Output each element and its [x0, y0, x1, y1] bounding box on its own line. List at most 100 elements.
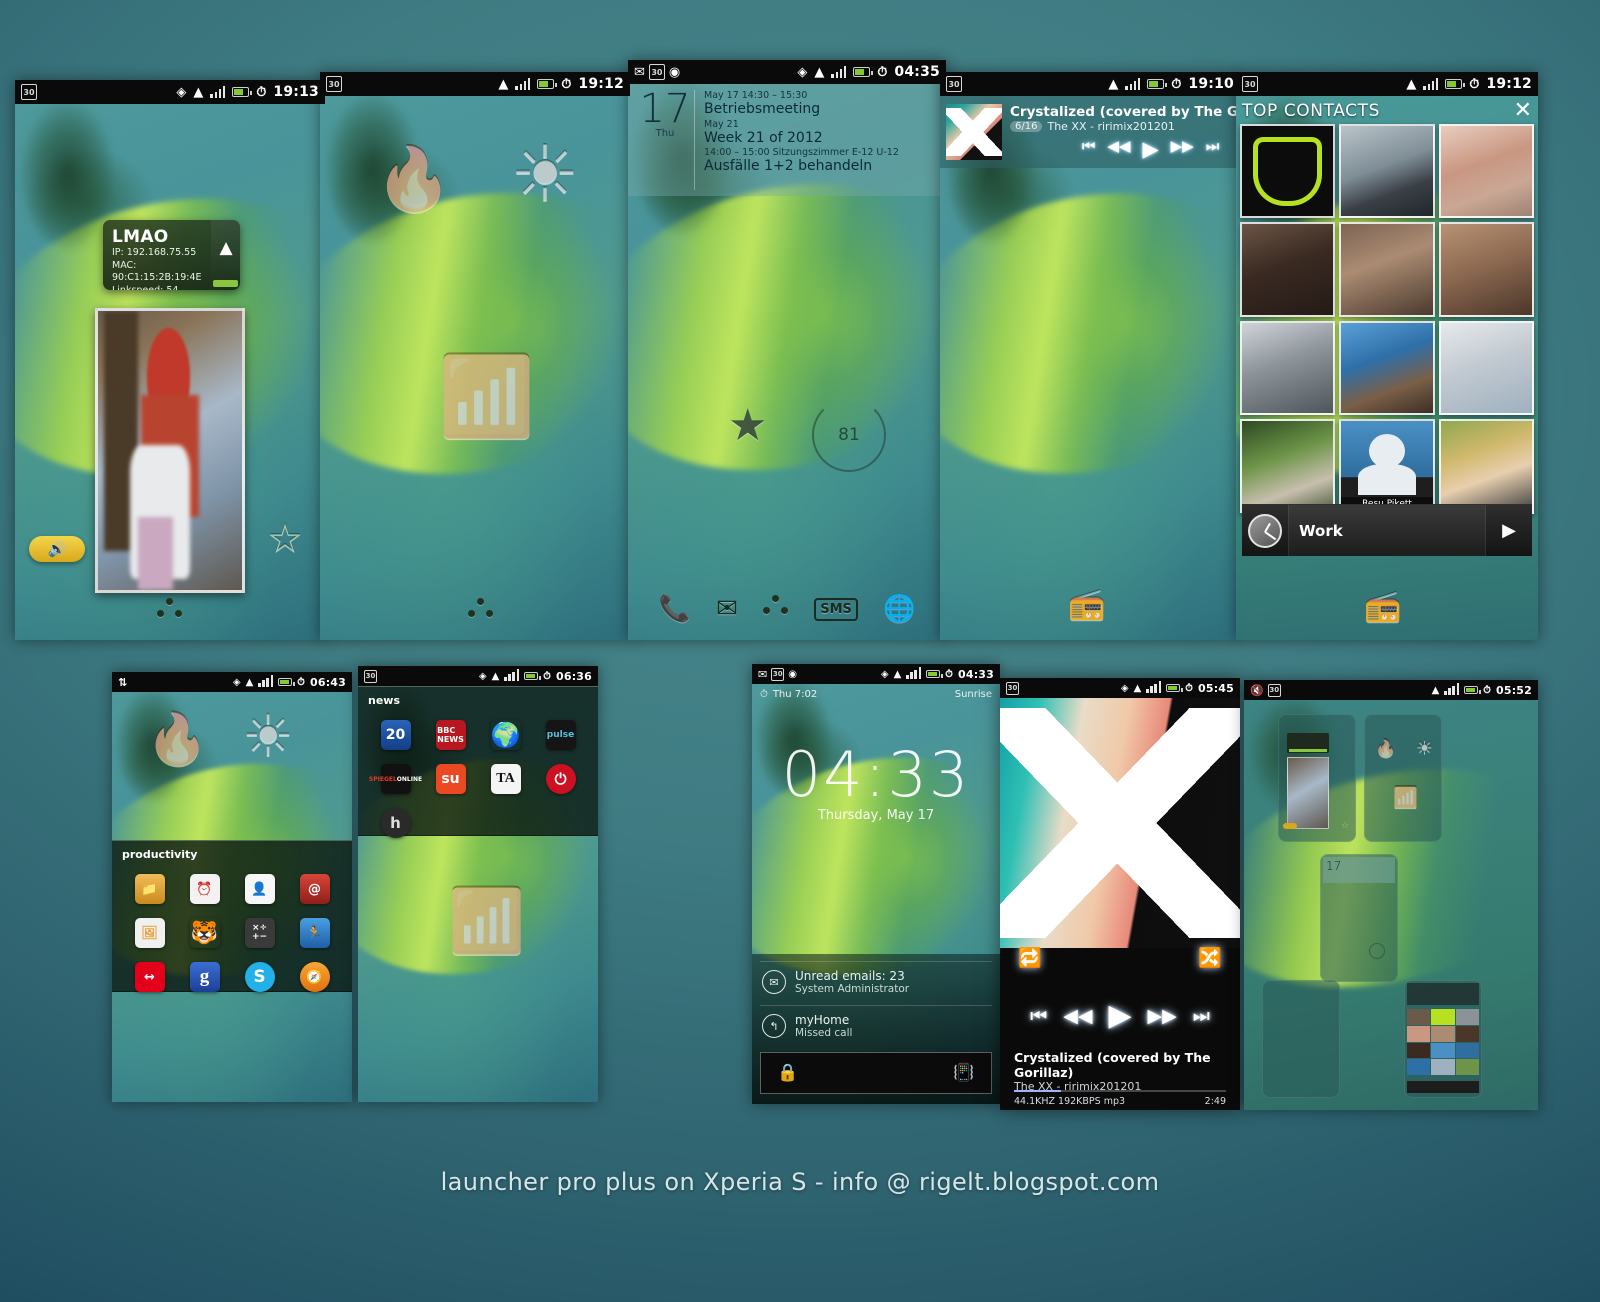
unlock-slider[interactable]: 🔒 📳: [760, 1052, 992, 1094]
radio-shortcut-icon[interactable]: 📻: [1068, 587, 1105, 622]
browser-icon[interactable]: 🌍: [491, 720, 521, 750]
contact-cell[interactable]: [1438, 320, 1534, 416]
app-item[interactable]: ↔: [122, 955, 177, 999]
alarm-clock-icon[interactable]: ⏰: [189, 874, 220, 904]
album-art[interactable]: [1000, 698, 1240, 948]
stumbleupon-icon[interactable]: su: [435, 764, 466, 794]
screen-music-player[interactable]: 30 ◈ ▲ ⏱ 05:45 🔁 🔀 ⏮ ◀◀ ▶ ▶▶ ⏭ Crystaliz…: [1000, 678, 1240, 1110]
app-item[interactable]: 📁: [122, 867, 177, 911]
compass-icon[interactable]: 🧭: [299, 962, 330, 992]
app-item[interactable]: su: [423, 757, 478, 801]
next-track-button[interactable]: ⏭: [1193, 1005, 1210, 1027]
calendar-entry-title[interactable]: Ausfälle 1+2 behandeln: [704, 158, 938, 176]
app-item[interactable]: g: [177, 955, 232, 999]
player-shuffle-button[interactable]: 🔀: [1198, 946, 1222, 969]
app-item[interactable]: 🐯: [177, 911, 232, 955]
rss-shortcut-icon[interactable]: 📶: [438, 352, 535, 443]
app-item[interactable]: SPIEGEL ONLINE: [368, 757, 423, 801]
contact-cell[interactable]: [1438, 419, 1534, 514]
calculator-icon[interactable]: ×÷ +−: [244, 918, 275, 948]
next-track-button[interactable]: ⏭: [1206, 137, 1220, 161]
play-button[interactable]: ▶: [1108, 998, 1131, 1033]
app-drawer-icon[interactable]: [763, 594, 789, 624]
flame-shortcut-icon[interactable]: 🔥: [146, 710, 208, 769]
app-item[interactable]: 🧭: [287, 955, 342, 999]
overview-card[interactable]: [1404, 980, 1482, 1098]
sms-icon[interactable]: SMS: [814, 597, 858, 621]
contact-cell[interactable]: [1240, 222, 1336, 317]
calendar-entry-title[interactable]: Week 21 of 2012: [704, 130, 938, 148]
star-shortcut-icon[interactable]: ☆: [267, 516, 303, 562]
20minuten-online-icon[interactable]: 20: [380, 720, 411, 750]
contact-cell[interactable]: [1240, 320, 1336, 416]
contacts-icon[interactable]: 👤: [244, 874, 275, 904]
player-repeat-button[interactable]: 🔁: [1018, 946, 1042, 969]
phone-icon[interactable]: 📞: [659, 594, 691, 624]
overview-card[interactable]: 🔥 ☀ 📶: [1364, 714, 1442, 842]
app-item[interactable]: 20: [368, 713, 423, 757]
photo-frame-widget[interactable]: [95, 308, 245, 593]
screen-news-folder[interactable]: 30 ◈ ▲ ⏱ 06:36 news 20 BBC NEWS 🌍 pulse S…: [358, 666, 598, 1102]
wifi-toggle[interactable]: ▲: [210, 220, 240, 290]
browser-icon[interactable]: 🌐: [883, 594, 915, 624]
screen-home-music[interactable]: 30 ▲ ⏱ 19:10 Crystalized (covered by The…: [940, 72, 1240, 640]
app-item[interactable]: h: [368, 801, 423, 845]
prev-track-button[interactable]: ⏮: [1082, 137, 1096, 161]
screen-overview[interactable]: 🔇 30 ▲ ⏱ 05:52 ☆ 🔥 ☀ 📶 17: [1244, 680, 1538, 1110]
music-controls[interactable]: ⏮ ◀◀ ▶ ▶▶ ⏭: [1010, 137, 1240, 161]
folder-app-grid[interactable]: 20 BBC NEWS 🌍 pulse SPIEGEL ONLINE su TA ⏻…: [358, 709, 598, 855]
app-item[interactable]: pulse: [533, 713, 588, 757]
contact-cell[interactable]: [1339, 320, 1435, 416]
spiegel-online-icon[interactable]: SPIEGEL ONLINE: [369, 764, 422, 794]
skype-icon[interactable]: S: [244, 962, 275, 992]
notification-row[interactable]: ✉ Unread emails: 23 System Administrator: [760, 961, 992, 1002]
contact-cell[interactable]: [1339, 124, 1435, 219]
contact-cell[interactable]: [1339, 222, 1435, 317]
radio-shortcut-icon[interactable]: 📻: [1364, 589, 1401, 624]
clock-icon[interactable]: [1242, 513, 1288, 548]
progress-bar[interactable]: [1014, 1090, 1226, 1092]
tages-anzeiger-icon[interactable]: TA: [490, 764, 521, 794]
overview-card[interactable]: ☆: [1278, 714, 1356, 842]
app-item[interactable]: 🏃: [287, 911, 342, 955]
overview-card[interactable]: [1262, 980, 1340, 1098]
rewind-button[interactable]: ◀◀: [1107, 137, 1130, 161]
folder-app-grid[interactable]: 📁 ⏰ 👤 @ 🖼 🐯 ×÷ +− 🏃 ↔ g S 🧭: [112, 863, 352, 1009]
app-item[interactable]: ⏰: [177, 867, 232, 911]
music-player-widget[interactable]: Crystalized (covered by The Gorillaz) 6/…: [940, 96, 1240, 168]
app-item[interactable]: 🖼: [122, 911, 177, 955]
bbc-news-icon[interactable]: BBC NEWS: [435, 720, 466, 750]
calendar-widget[interactable]: 17 Thu May 17 14:30 – 15:30 Betriebsmeet…: [628, 84, 946, 196]
app-item[interactable]: ×÷ +−: [232, 911, 287, 955]
contact-cell[interactable]: [1438, 124, 1534, 219]
overview-card[interactable]: 17: [1320, 854, 1398, 982]
screen-lockscreen[interactable]: ✉ 30 ◉ ◈ ▲ ⏱ 04:33 ⏱ Thu 7:02 Sunrise 04…: [752, 664, 1000, 1104]
app-item[interactable]: BBC NEWS: [423, 713, 478, 757]
app-item[interactable]: ⏻: [533, 757, 588, 801]
lock-icon[interactable]: 🔒: [761, 1053, 815, 1093]
album-art[interactable]: [946, 104, 1002, 160]
sun-shortcut-icon[interactable]: ☀: [510, 130, 580, 220]
rewind-button[interactable]: ◀◀: [1063, 1005, 1092, 1027]
notification-row[interactable]: ↰ myHome Missed call: [760, 1005, 992, 1046]
volume-widget[interactable]: 🔊: [29, 536, 85, 562]
wifi-info-widget[interactable]: LMAO IP: 192.168.75.55 MAC: 90:C1:15:2B:…: [103, 220, 240, 290]
prev-track-button[interactable]: ⏮: [1030, 1005, 1047, 1027]
screen-productivity-folder[interactable]: ⇅ ◈ ▲ ⏱ 06:43 🔥 ☀ productivity 📁 ⏰ 👤 @ 🖼…: [112, 672, 352, 1102]
fast-forward-button[interactable]: ▶▶: [1171, 137, 1194, 161]
screen-home-widgets[interactable]: 30 ◈ ▲ ⏱ 19:13 LMAO IP: 192.168.75.55 MA…: [15, 80, 325, 640]
mail-icon[interactable]: ✉: [716, 594, 738, 624]
screen-home-shortcuts[interactable]: 30 ▲ ⏱ 19:12 🔥 ☀ 📶: [320, 72, 630, 640]
contact-cell[interactable]: [1438, 222, 1534, 317]
google-icon[interactable]: g: [189, 962, 220, 992]
app-drawer-icon[interactable]: [157, 598, 183, 620]
flipboard-icon[interactable]: h: [380, 808, 411, 838]
tiger-app-icon[interactable]: 🐯: [190, 918, 220, 948]
app-item[interactable]: 👤: [232, 867, 287, 911]
work-dock-next-button[interactable]: ▶: [1486, 520, 1532, 541]
folder-news[interactable]: news 20 BBC NEWS 🌍 pulse SPIEGEL ONLINE su…: [358, 686, 598, 838]
calendar-entry-title[interactable]: Betriebsmeeting: [704, 101, 938, 119]
sbb-mobile-icon[interactable]: ↔: [134, 962, 165, 992]
work-dock-label[interactable]: Work: [1288, 505, 1486, 556]
vibrate-icon[interactable]: 📳: [937, 1053, 991, 1093]
